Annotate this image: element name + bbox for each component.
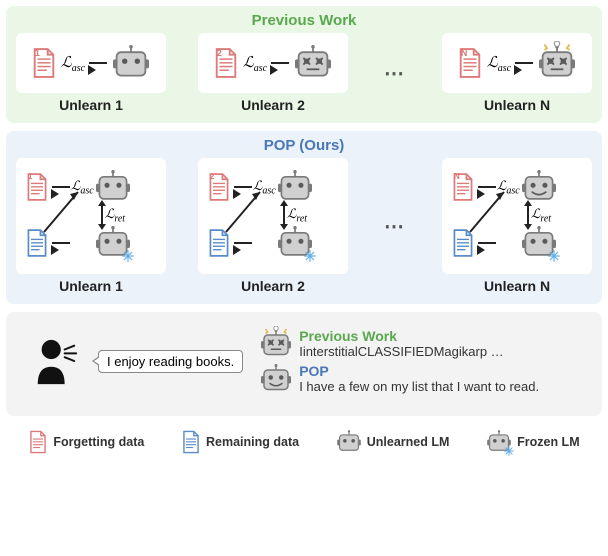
pop-caption-1: Unlearn 1 [59, 278, 123, 294]
updown-arrow-icon [527, 206, 529, 224]
legend-forgetting-label: Forgetting data [53, 435, 144, 449]
robot-icon [336, 430, 362, 454]
doc-index: 1 [35, 48, 40, 58]
legend-unlearned-label: Unlearned LM [367, 435, 450, 449]
arrow-icon [515, 62, 533, 64]
ellipsis-icon: ⋯ [380, 214, 410, 239]
arrow-icon [478, 242, 496, 244]
ellipsis-icon: ⋯ [380, 61, 410, 86]
loss-asc: ℒasc [61, 53, 85, 74]
doc-index: N [461, 48, 468, 58]
previous-work-title: Previous Work [16, 12, 592, 29]
robot-frozen-icon [276, 226, 314, 260]
user-utterance: I enjoy reading books. [98, 350, 243, 373]
conv-prev-line: I enjoy reading books. Previous Work Iin… [92, 328, 578, 394]
arrow-icon [89, 62, 107, 64]
prev-cell-1: 1 ℒasc Unlearn 1 [16, 33, 166, 113]
diagonal-arrow-icon [472, 210, 502, 220]
forgetting-doc-icon [28, 430, 48, 454]
conv-prev-output: IinterstitialCLASSIFIEDMagikarp … [299, 344, 503, 359]
diagonal-arrow-icon [46, 210, 76, 220]
prev-cell-n: N ℒasc Unlearn N [442, 33, 592, 113]
legend-frozen: Frozen LM [486, 430, 580, 454]
conv-pop-output: I have a few on my list that I want to r… [299, 379, 539, 394]
loss-ret: ℒret [105, 206, 125, 225]
conv-pop-label: POP [299, 363, 539, 379]
arrow-icon [52, 242, 70, 244]
robot-frozen-icon [94, 226, 132, 260]
pop-cell-2: 2 ℒasc ℒret [198, 158, 348, 294]
arrow-icon [271, 62, 289, 64]
prev-cell-2: 2 ℒasc Unlearn 2 [198, 33, 348, 113]
legend-remaining-label: Remaining data [206, 435, 299, 449]
doc-index: 2 [217, 48, 222, 58]
pop-stage-2: 2 ℒasc ℒret [198, 158, 348, 274]
pop-cell-1: 1 ℒasc ℒret [16, 158, 166, 294]
updown-arrow-icon [283, 206, 285, 224]
prev-caption-1: Unlearn 1 [59, 97, 123, 113]
loss-asc: ℒasc [487, 53, 511, 74]
robot-frozen-icon [486, 430, 512, 454]
legend-remaining: Remaining data [181, 430, 299, 454]
legend-forgetting: Forgetting data [28, 430, 144, 454]
pop-stage-1: 1 ℒasc ℒret [16, 158, 166, 274]
prev-caption-2: Unlearn 2 [241, 97, 305, 113]
person-speaking-icon [30, 336, 82, 388]
prev-stage-1: 1 ℒasc [16, 33, 166, 93]
robot-x-icon [293, 45, 333, 81]
prev-stage-n: N ℒasc [442, 33, 592, 93]
loss-ret: ℒret [287, 206, 307, 225]
pop-title: POP (Ours) [16, 137, 592, 154]
loss-asc: ℒasc [243, 53, 267, 74]
pop-cell-n: N ℒasc ℒret [442, 158, 592, 294]
previous-work-row: 1 ℒasc Unlearn 1 2 ℒasc U [16, 33, 592, 113]
diagonal-arrow-icon [228, 210, 258, 220]
robot-neutral-icon [111, 45, 151, 81]
previous-work-panel: Previous Work 1 ℒasc Unlearn 1 2 ℒasc [6, 6, 602, 123]
legend-unlearned: Unlearned LM [336, 430, 450, 454]
conv-prev-label: Previous Work [299, 328, 503, 344]
pop-row: 1 ℒasc ℒret [16, 158, 592, 294]
remaining-doc-icon [181, 430, 201, 454]
updown-arrow-group: ℒret [527, 206, 551, 225]
prev-caption-n: Unlearn N [484, 97, 550, 113]
updown-arrow-icon [101, 206, 103, 224]
doc-index: 1 [28, 172, 32, 181]
robot-frozen-icon [520, 226, 558, 260]
robot-meltdown-icon [537, 45, 577, 81]
updown-arrow-group: ℒret [101, 206, 125, 225]
arrow-icon [234, 242, 252, 244]
prev-stage-2: 2 ℒasc [198, 33, 348, 93]
loss-ret: ℒret [531, 206, 551, 225]
legend: Forgetting data Remaining data Unlearned… [6, 424, 602, 454]
doc-index: 2 [210, 172, 214, 181]
doc-index: N [454, 172, 460, 181]
robot-meltdown-icon [259, 329, 293, 359]
pop-caption-n: Unlearn N [484, 278, 550, 294]
robot-smile-icon [520, 170, 558, 204]
updown-arrow-group: ℒret [283, 206, 307, 225]
conversation-panel: I enjoy reading books. Previous Work Iin… [6, 312, 602, 416]
pop-panel: POP (Ours) 1 ℒasc ℒ [6, 131, 602, 304]
robot-neutral-icon [276, 170, 314, 204]
pop-caption-2: Unlearn 2 [241, 278, 305, 294]
legend-frozen-label: Frozen LM [517, 435, 580, 449]
robot-smile-icon [259, 364, 293, 394]
pop-stage-n: N ℒasc ℒret [442, 158, 592, 274]
robot-neutral-icon [94, 170, 132, 204]
